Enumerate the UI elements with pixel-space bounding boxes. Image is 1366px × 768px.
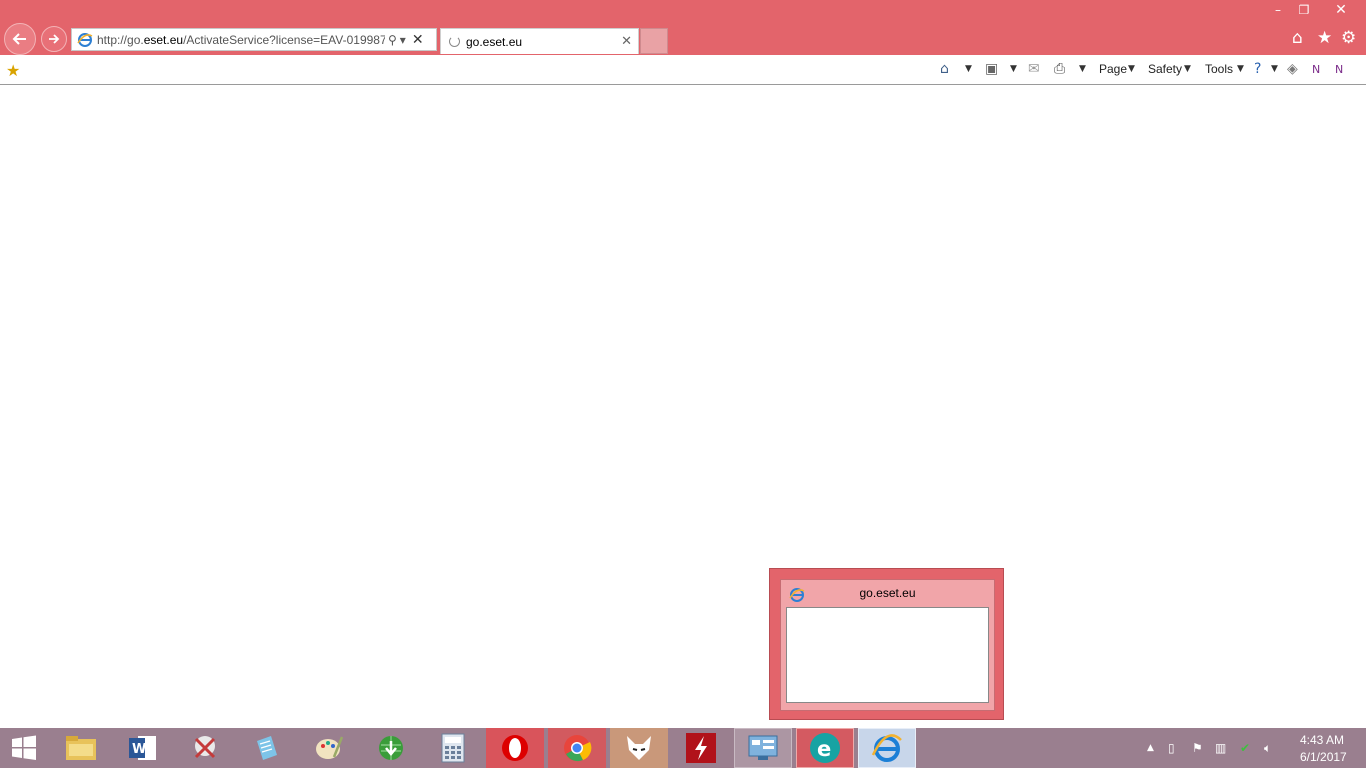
search-icon[interactable]: ⚲ [388, 33, 397, 47]
restore-button[interactable]: ❐ [1291, 0, 1317, 20]
gear-icon[interactable]: ⚙ [1341, 29, 1356, 47]
chrome-icon [564, 735, 592, 762]
page-dropdown-icon[interactable]: ▼ [1128, 64, 1135, 74]
loading-icon [449, 36, 460, 47]
windows-logo-icon [12, 735, 36, 760]
calculator-icon [441, 733, 465, 763]
feeds-icon[interactable]: ▣ [985, 61, 998, 77]
research-icon[interactable]: ◈ [1287, 61, 1298, 77]
feeds-dropdown-icon[interactable]: ▼ [1010, 64, 1017, 74]
tab-title: go.eset.eu [466, 34, 523, 49]
taskbar-control-panel[interactable] [734, 728, 792, 768]
svg-text:e: e [817, 737, 831, 761]
svg-text:W: W [132, 742, 146, 757]
add-to-favorites-bar-icon[interactable]: ★ [6, 61, 20, 80]
taskbar-eset[interactable]: e [796, 728, 854, 768]
forward-button[interactable] [41, 26, 67, 52]
taskbar-chrome[interactable] [548, 728, 606, 768]
taskbar-flash[interactable] [672, 728, 730, 768]
tab-go-eset[interactable]: go.eset.eu ✕ [440, 28, 639, 54]
home-icon[interactable]: ⌂ [1292, 29, 1303, 47]
close-button[interactable]: ✕ [1328, 0, 1354, 20]
home-dropdown-icon[interactable]: ▼ [965, 64, 972, 74]
arrow-right-icon [49, 34, 60, 44]
start-button[interactable] [0, 728, 48, 768]
preview-thumbnail[interactable] [786, 607, 989, 703]
safety-menu[interactable]: Safety [1148, 62, 1182, 76]
home-page-icon[interactable]: ⌂ [940, 61, 949, 77]
print-dropdown-icon[interactable]: ▼ [1079, 64, 1086, 74]
send-to-onenote-icon[interactable]: N [1335, 63, 1343, 76]
taskbar-file-explorer[interactable] [52, 728, 110, 768]
control-panel-icon [748, 735, 778, 760]
minimize-button[interactable]: – [1265, 0, 1291, 20]
preview-title: go.eset.eu [859, 586, 916, 600]
url-domain: eset.eu [143, 32, 184, 47]
device-icon[interactable]: ▯ [1168, 741, 1175, 755]
taskbar-calculator[interactable] [424, 728, 482, 768]
help-icon[interactable]: ? [1254, 61, 1261, 77]
internet-explorer-icon [871, 734, 902, 762]
word-icon: W [129, 736, 156, 760]
taskbar-notepad[interactable] [238, 728, 296, 768]
taskbar-paint[interactable] [300, 728, 358, 768]
folder-icon [66, 736, 96, 760]
taskbar-snipping-tool[interactable] [176, 728, 234, 768]
scissors-icon [194, 736, 216, 759]
action-center-flag-icon[interactable]: ⚑ [1192, 741, 1203, 755]
new-tab-button[interactable] [640, 28, 668, 54]
taskbar-internet-explorer[interactable] [858, 728, 916, 768]
page-menu[interactable]: Page [1099, 62, 1127, 76]
back-button[interactable] [4, 23, 36, 55]
fox-mask-icon [627, 736, 651, 760]
address-url[interactable]: http://go.eset.eu/ActivateService?licens… [97, 33, 385, 47]
clock-time[interactable]: 4:43 AM [1300, 733, 1344, 747]
ie-favicon-icon [77, 32, 93, 47]
favorites-star-icon[interactable]: ★ [1317, 29, 1332, 47]
onenote-icon[interactable]: N [1312, 63, 1320, 76]
address-bar[interactable]: http://go.eset.eu/ActivateService?licens… [71, 28, 437, 51]
browser-titlebar: http://go.eset.eu/ActivateService?licens… [0, 0, 1366, 55]
clock-date[interactable]: 6/1/2017 [1300, 750, 1347, 764]
taskbar-download-manager[interactable] [362, 728, 420, 768]
taskbar: W e ▲ ▯ ⚑ ▥ ✔ 🔈︎ [0, 728, 1366, 768]
taskbar-falkon[interactable] [610, 728, 668, 768]
url-prefix: http://go. [97, 32, 144, 47]
show-hidden-icons-icon[interactable]: ▲ [1147, 743, 1154, 753]
security-check-icon[interactable]: ✔ [1240, 741, 1250, 755]
taskbar-thumbnail-preview[interactable]: go.eset.eu [769, 568, 1004, 720]
address-dropdown-icon[interactable]: ▾ [400, 33, 406, 47]
eset-icon: e [810, 733, 840, 763]
globe-download-icon [379, 736, 403, 760]
tab-close-icon[interactable]: ✕ [621, 34, 632, 49]
stop-icon[interactable]: ✕ [412, 32, 424, 48]
help-dropdown-icon[interactable]: ▼ [1271, 64, 1278, 74]
print-icon[interactable]: ⎙ [1054, 61, 1065, 77]
palette-icon [316, 736, 344, 759]
preview-frame: go.eset.eu [780, 579, 995, 711]
opera-icon [502, 735, 528, 761]
flash-icon [686, 733, 716, 763]
network-icon[interactable]: ▥ [1215, 741, 1226, 755]
taskbar-word[interactable]: W [114, 728, 172, 768]
tools-dropdown-icon[interactable]: ▼ [1237, 64, 1244, 74]
taskbar-opera[interactable] [486, 728, 544, 768]
arrow-left-icon [12, 33, 26, 45]
volume-icon[interactable]: 🔈︎ [1264, 741, 1271, 756]
notepad-icon [257, 736, 277, 760]
url-suffix: /ActivateService?license=EAV-019987 [183, 32, 385, 47]
read-mail-icon[interactable]: ✉ [1028, 61, 1040, 77]
tools-menu[interactable]: Tools [1205, 62, 1233, 76]
page-content [0, 86, 1366, 728]
command-bar: ★ ⌂ ▼ ▣ ▼ ✉ ⎙ ▼ Page ▼ Safety ▼ Tools ▼ … [0, 55, 1366, 85]
safety-dropdown-icon[interactable]: ▼ [1184, 64, 1191, 74]
